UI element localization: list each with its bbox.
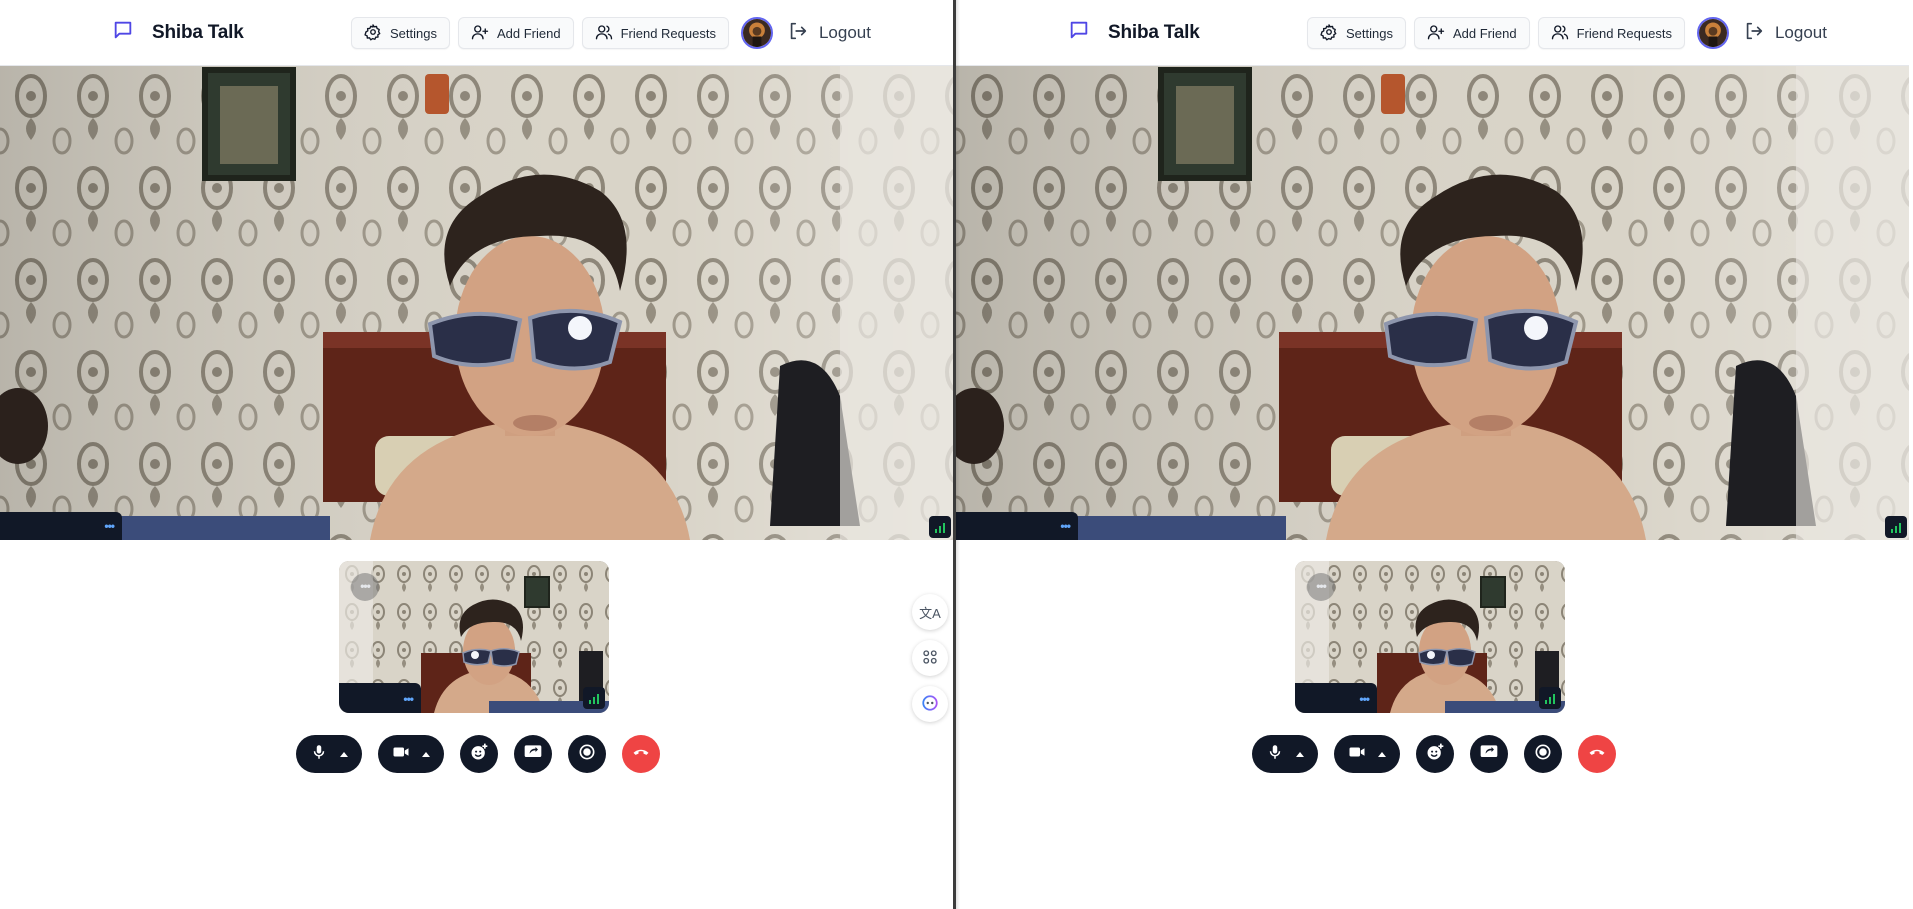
settings-button[interactable]: Settings <box>1307 17 1406 49</box>
add-friend-label: Add Friend <box>1452 25 1517 41</box>
call-controls <box>296 735 660 773</box>
phone-hangup-icon <box>631 742 651 767</box>
side-tools: 文A <box>912 594 948 722</box>
screen-share-icon <box>1479 742 1499 767</box>
microphone-options-chevron-icon[interactable] <box>1296 751 1304 757</box>
self-signal-strength-icon <box>1539 687 1561 709</box>
friend-requests-label: Friend Requests <box>1576 25 1672 41</box>
microphone-icon <box>310 743 328 766</box>
settings-label: Settings <box>1346 25 1393 41</box>
avatar[interactable] <box>1696 17 1729 49</box>
call-window-right: Shiba Talk Settings Add Friend Friend Re… <box>956 0 1909 909</box>
video-camera-icon <box>392 743 410 766</box>
record-icon <box>577 742 597 767</box>
microphone-options-chevron-icon[interactable] <box>340 751 348 757</box>
screen-share-button[interactable] <box>1470 735 1508 773</box>
brand[interactable]: Shiba Talk <box>1068 19 1200 46</box>
friend-requests-button[interactable]: Friend Requests <box>581 17 729 49</box>
self-name-tag: ••• <box>1295 683 1377 713</box>
self-more-indicator: ••• <box>403 692 414 706</box>
apps-button[interactable] <box>912 640 948 676</box>
nav-actions: Settings Add Friend Friend Requests Logo… <box>1307 17 1827 49</box>
remote-more-indicator: ••• <box>104 519 115 533</box>
assistant-icon <box>921 694 939 715</box>
screen-share-icon <box>523 742 543 767</box>
logout-label: Logout <box>818 23 871 42</box>
logout-icon <box>787 20 809 47</box>
camera-options-chevron-icon[interactable] <box>1378 751 1386 757</box>
signal-strength-icon <box>929 516 951 538</box>
microphone-toggle[interactable] <box>1252 735 1318 773</box>
add-friend-button[interactable]: Add Friend <box>457 17 574 49</box>
call-window-left: Shiba Talk Settings Add Friend Friend Re… <box>0 0 953 909</box>
command-icon <box>921 648 939 669</box>
remote-video-frame <box>956 66 1909 540</box>
remote-video[interactable]: ••• <box>956 66 1909 540</box>
users-icon <box>1551 23 1569 44</box>
brand[interactable]: Shiba Talk <box>112 19 244 46</box>
settings-button[interactable]: Settings <box>351 17 450 49</box>
self-name-tag: ••• <box>339 683 421 713</box>
end-call-button[interactable] <box>1578 735 1616 773</box>
signal-strength-icon <box>1885 516 1907 538</box>
camera-options-chevron-icon[interactable] <box>422 751 430 757</box>
translate-button[interactable]: 文A <box>912 594 948 630</box>
friend-requests-button[interactable]: Friend Requests <box>1537 17 1685 49</box>
self-preview-video[interactable]: ••• ••• <box>339 561 609 713</box>
top-navbar: Shiba Talk Settings Add Friend Friend Re… <box>0 0 953 66</box>
window-edge-shadow <box>956 0 960 909</box>
top-navbar: Shiba Talk Settings Add Friend Friend Re… <box>956 0 1909 66</box>
nav-actions: Settings Add Friend Friend Requests Logo… <box>351 17 871 49</box>
translate-icon: 文A <box>919 605 941 621</box>
microphone-toggle[interactable] <box>296 735 362 773</box>
logout-button[interactable]: Logout <box>1743 20 1827 47</box>
camera-toggle[interactable] <box>1334 735 1400 773</box>
chat-bubble-icon <box>112 19 134 46</box>
user-plus-icon <box>1427 23 1445 44</box>
self-preview-video[interactable]: ••• ••• <box>1295 561 1565 713</box>
users-icon <box>595 23 613 44</box>
remote-more-indicator: ••• <box>1060 519 1071 533</box>
reaction-button[interactable] <box>1416 735 1454 773</box>
remote-video-frame <box>0 66 953 540</box>
remote-name-tag: ••• <box>0 512 122 540</box>
add-friend-button[interactable]: Add Friend <box>1413 17 1530 49</box>
add-friend-label: Add Friend <box>496 25 561 41</box>
avatar[interactable] <box>740 17 773 49</box>
preview-options-button[interactable]: ••• <box>1307 573 1335 601</box>
remote-name-tag: ••• <box>956 512 1078 540</box>
self-more-indicator: ••• <box>1359 692 1370 706</box>
reaction-button[interactable] <box>460 735 498 773</box>
video-camera-icon <box>1348 743 1366 766</box>
chat-bubble-icon <box>1068 19 1090 46</box>
user-plus-icon <box>471 23 489 44</box>
phone-hangup-icon <box>1587 742 1607 767</box>
record-button[interactable] <box>568 735 606 773</box>
camera-toggle[interactable] <box>378 735 444 773</box>
app-name: Shiba Talk <box>1108 21 1200 43</box>
gear-icon <box>364 23 382 44</box>
end-call-button[interactable] <box>622 735 660 773</box>
logout-icon <box>1743 20 1765 47</box>
record-icon <box>1533 742 1553 767</box>
emoji-add-icon <box>469 742 489 767</box>
gear-icon <box>1320 23 1338 44</box>
emoji-add-icon <box>1425 742 1445 767</box>
logout-label: Logout <box>1774 23 1827 42</box>
settings-label: Settings <box>390 25 437 41</box>
app-name: Shiba Talk <box>152 21 244 43</box>
call-controls <box>1252 735 1616 773</box>
friend-requests-label: Friend Requests <box>620 25 716 41</box>
remote-video[interactable]: ••• <box>0 66 953 540</box>
assistant-button[interactable] <box>912 686 948 722</box>
logout-button[interactable]: Logout <box>787 20 871 47</box>
microphone-icon <box>1266 743 1284 766</box>
preview-options-button[interactable]: ••• <box>351 573 379 601</box>
screen-share-button[interactable] <box>514 735 552 773</box>
self-signal-strength-icon <box>583 687 605 709</box>
record-button[interactable] <box>1524 735 1562 773</box>
